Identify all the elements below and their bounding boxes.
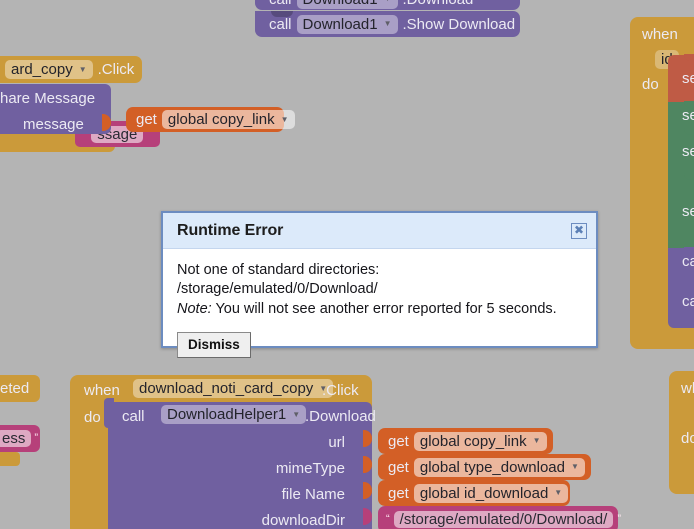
value-socket-url — [363, 430, 372, 447]
quote-open-icon: “ — [386, 513, 390, 525]
chevron-down-icon: ▼ — [554, 488, 563, 497]
get-keyword: get — [388, 484, 409, 502]
param-label-filename: file Name — [281, 486, 345, 503]
dialog-note-text: You will not see another error reported … — [211, 301, 557, 317]
text-value[interactable]: /storage/emulated/0/Download/ — [393, 511, 614, 528]
chevron-down-icon: ▼ — [280, 114, 289, 124]
do-keyword: do — [642, 76, 659, 93]
block-gold-strip-bottom-left — [0, 452, 20, 466]
dialog-titlebar: Runtime Error ✖ — [163, 213, 596, 249]
quote-icon: ” — [34, 432, 39, 444]
block-share-message[interactable]: hare Message message — [0, 84, 111, 134]
variable-dropdown[interactable]: global copy_link ▼ — [161, 110, 295, 129]
param-label-url: url — [328, 434, 345, 451]
method-name: .Show Download — [402, 15, 516, 33]
component-dropdown[interactable]: DownloadHelper1 ▼ — [161, 405, 307, 424]
set-keyword: set — [682, 143, 694, 160]
when-keyword: when — [642, 26, 678, 43]
param-label-mimetype: mimeType — [275, 460, 345, 477]
close-icon[interactable]: ✖ — [571, 222, 587, 239]
chevron-down-icon: ▼ — [78, 64, 87, 74]
when-keyword: when — [84, 382, 120, 399]
value-socket-downloaddir — [363, 508, 372, 525]
block-set-green-2[interactable]: set — [668, 128, 694, 174]
get-keyword: get — [388, 432, 409, 450]
component-dropdown[interactable]: download_noti_card_copy ▼ — [133, 379, 334, 398]
block-purple-stub-left — [104, 398, 114, 428]
dialog-message: Not one of standard directories: /storag… — [177, 262, 380, 297]
set-keyword: set — [682, 70, 694, 87]
block-set-green-1[interactable]: set — [668, 101, 694, 129]
component-dropdown[interactable]: Download1 ▼ — [296, 14, 398, 34]
block-call-right-1[interactable]: cal — [668, 247, 694, 275]
call-keyword: call — [122, 408, 145, 425]
call-keyword: call — [269, 15, 292, 33]
method-name: .Download — [403, 0, 474, 7]
block-call-right-2[interactable]: cal — [668, 274, 694, 328]
call-keyword: call — [269, 0, 292, 7]
chevron-down-icon: ▼ — [570, 462, 579, 471]
dismiss-button[interactable]: Dismiss — [177, 332, 251, 358]
block-text-downloaddir[interactable]: “ /storage/emulated/0/Download/ ” — [378, 506, 621, 529]
value-socket-filename — [363, 482, 372, 499]
share-param-label: message — [23, 116, 84, 133]
block-call-download-helper[interactable]: call DownloadHelper1 ▼ .Download url mim… — [108, 402, 376, 529]
get-keyword: get — [136, 111, 157, 128]
value-socket-mimetype — [363, 456, 372, 473]
param-label-downloaddir: downloadDir — [261, 512, 345, 529]
get-keyword: get — [388, 458, 409, 476]
block-get-mimetype[interactable]: get global type_download ▼ — [378, 454, 591, 480]
event-name: .Click — [322, 382, 359, 399]
component-dropdown[interactable]: ard_copy ▼ — [5, 60, 93, 79]
call-keyword: cal — [682, 253, 694, 270]
block-call-show-download[interactable]: call Download1 ▼ .Show Download — [255, 11, 520, 37]
do-keyword: do — [681, 430, 694, 447]
when-keyword: wh — [681, 380, 694, 397]
do-keyword: do — [84, 409, 101, 426]
chevron-down-icon: ▼ — [384, 0, 392, 3]
dialog-body: Not one of standard directories: /storag… — [163, 249, 596, 358]
component-dropdown[interactable]: Download1 ▼ — [296, 0, 398, 9]
variable-dropdown[interactable]: global id_download ▼ — [413, 483, 569, 503]
block-gold-clipped-bottom-left[interactable]: eted — [0, 375, 40, 402]
variable-dropdown[interactable]: global copy_link ▼ — [413, 431, 547, 451]
text-value[interactable]: ess — [0, 430, 32, 447]
event-name: .Click — [97, 61, 135, 78]
block-text-clipped-bottom-left[interactable]: ess ” — [0, 425, 40, 452]
method-name: .Download — [305, 408, 376, 425]
chevron-down-icon: ▼ — [292, 409, 301, 419]
value-socket — [102, 114, 111, 131]
block-event-right-bottom[interactable]: wh i do — [669, 371, 694, 494]
dialog-note: Note: You will not see another error rep… — [177, 300, 582, 319]
block-set-red-1[interactable]: set — [668, 54, 694, 102]
gold-clip-text: eted — [0, 380, 30, 397]
variable-dropdown[interactable]: global type_download ▼ — [413, 457, 585, 477]
block-call-download-clipped[interactable]: call Download1 ▼ .Download — [255, 0, 520, 10]
block-get-copy-link[interactable]: get global copy_link ▼ — [126, 107, 295, 132]
chevron-down-icon: ▼ — [383, 19, 392, 28]
call-keyword: cal — [682, 293, 694, 310]
dialog-title: Runtime Error — [177, 221, 284, 239]
quote-close-icon: ” — [617, 513, 621, 525]
share-method-name: hare Message — [0, 90, 96, 107]
block-event-click-clipped[interactable]: ard_copy ▼ .Click — [0, 56, 142, 83]
runtime-error-dialog: Runtime Error ✖ Not one of standard dire… — [161, 211, 598, 358]
dialog-note-label: Note: — [177, 301, 212, 317]
block-get-filename[interactable]: get global id_download ▼ — [378, 480, 570, 506]
block-set-green-3[interactable]: set — [668, 173, 694, 248]
set-keyword: set — [682, 202, 694, 220]
set-keyword: set — [682, 107, 694, 124]
block-get-url[interactable]: get global copy_link ▼ — [378, 428, 553, 454]
chevron-down-icon: ▼ — [532, 436, 541, 445]
